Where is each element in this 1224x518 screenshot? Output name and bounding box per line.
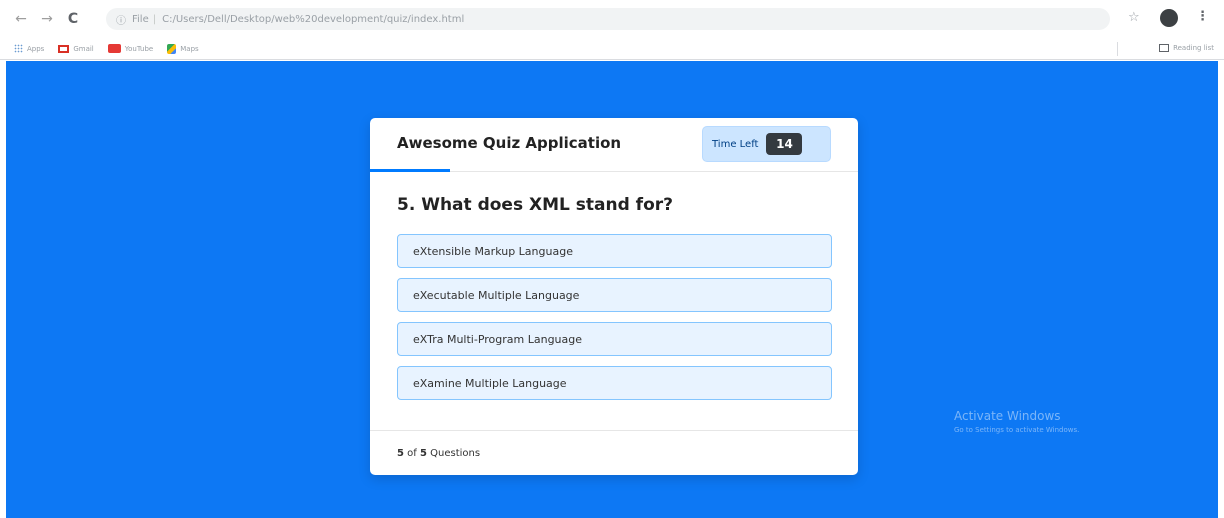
menu-kebab-icon[interactable]: ⋮ <box>1196 9 1209 24</box>
apps-icon <box>14 44 23 53</box>
timer-box: Time Left 14 <box>702 126 831 162</box>
reading-list-icon <box>1159 44 1170 52</box>
timer-seconds: 14 <box>766 133 803 155</box>
bookmark-label: Apps <box>27 44 45 53</box>
option-item[interactable]: eXtensible Markup Language <box>397 234 832 268</box>
maps-icon <box>167 43 177 54</box>
reading-list-button[interactable]: Reading list <box>1159 44 1214 52</box>
bookmark-apps[interactable]: Apps <box>14 44 44 53</box>
bookmark-gmail[interactable]: Gmail <box>58 44 94 53</box>
address-bar[interactable]: ⓘ File | C:/Users/Dell/Desktop/web%20dev… <box>106 8 1110 30</box>
back-arrow-icon[interactable]: ← <box>10 8 32 30</box>
question-text: 5. What does XML stand for? <box>397 195 673 215</box>
address-path: C:/Users/Dell/Desktop/web%20development/… <box>162 13 465 25</box>
bookmark-maps[interactable]: Maps <box>167 43 199 54</box>
counter-of: of <box>407 447 417 459</box>
page-viewport: Awesome Quiz Application Time Left 14 5.… <box>6 61 1218 518</box>
watermark-subtitle: Go to Settings to activate Windows. <box>954 426 1080 434</box>
profile-avatar[interactable] <box>1160 9 1178 27</box>
bookmarks-bar: Apps Gmail YouTube Maps <box>0 38 1224 60</box>
quiz-title: Awesome Quiz Application <box>397 134 622 152</box>
quiz-footer: 5 of 5 Questions <box>370 430 858 475</box>
counter-suffix: Questions <box>430 447 481 459</box>
bookmark-star-icon[interactable]: ☆ <box>1128 10 1140 25</box>
forward-arrow-icon[interactable]: → <box>36 8 58 30</box>
reading-list-divider <box>1117 42 1118 56</box>
bookmark-label: YouTube <box>124 44 154 53</box>
time-progress-line <box>370 169 450 172</box>
gmail-icon <box>58 44 70 53</box>
reading-list-label: Reading list <box>1173 44 1214 52</box>
info-icon[interactable]: ⓘ <box>116 12 126 27</box>
address-separator: | <box>152 13 157 25</box>
reload-icon[interactable]: C <box>62 8 84 30</box>
option-item[interactable]: eXamine Multiple Language <box>397 366 832 400</box>
option-item[interactable]: eXTra Multi-Program Language <box>397 322 832 356</box>
bookmark-youtube[interactable]: YouTube <box>107 44 154 53</box>
timer-label: Time Left <box>712 138 759 150</box>
bookmark-label: Maps <box>180 44 199 53</box>
activate-windows-watermark: Activate Windows Go to Settings to activ… <box>954 409 1079 434</box>
quiz-box: Awesome Quiz Application Time Left 14 5.… <box>370 118 858 475</box>
option-list: eXtensible Markup Language eXecutable Mu… <box>397 234 832 410</box>
address-scheme: File <box>132 13 149 25</box>
youtube-icon <box>107 44 121 53</box>
bookmark-label: Gmail <box>73 44 94 53</box>
counter-total: 5 <box>419 447 427 459</box>
option-item[interactable]: eXecutable Multiple Language <box>397 278 832 312</box>
quiz-header: Awesome Quiz Application Time Left 14 <box>370 118 858 172</box>
counter-current: 5 <box>397 447 404 459</box>
question-counter: 5 of 5 Questions <box>397 448 480 459</box>
watermark-title: Activate Windows <box>954 409 1061 423</box>
browser-window: ← → C ⓘ File | C:/Users/Dell/Desktop/web… <box>0 0 1224 518</box>
